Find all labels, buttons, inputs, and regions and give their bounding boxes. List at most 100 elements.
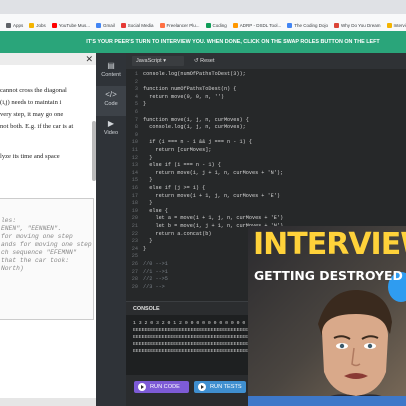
code-line: 24} [126,246,146,253]
bookmark-item[interactable]: Apps [6,17,24,31]
line-number: 20 [131,215,138,222]
reset-button[interactable]: ↺ Reset [194,56,215,66]
code-text: else if (j >= i) { [143,185,206,191]
code-line: 20 let a = move(i + 1, j, n, curMoves + … [126,215,283,222]
code-line: 9 [126,132,143,139]
code-line: 16 else if (j >= i) { [126,185,206,192]
bookmark-item[interactable]: Why Do You Dream [334,17,381,31]
code-line: 23 } [126,238,153,245]
nav-content[interactable]: ▤ Content [96,57,126,87]
bookmark-favicon-icon [386,23,392,29]
bookmark-item[interactable]: Gmail [95,17,115,31]
code-text: } [143,154,153,161]
bookmark-favicon-icon [51,23,57,29]
code-text: } [143,200,153,207]
line-number: 27 [131,268,138,275]
code-text: //1 -->1 [143,268,168,275]
bookmark-item[interactable]: The Coding Dojo [287,17,328,31]
question-line: not both. E.g. if the car is at [0,123,74,130]
run-code-button[interactable]: RUN CODE [134,381,189,393]
question-line: lyze its time and space [0,153,60,160]
code-line: 6 [126,109,143,116]
language-select[interactable]: JavaScript ▾ [132,56,184,66]
line-number: 16 [131,185,138,191]
code-line: 19 else { [126,208,168,215]
code-line: 11 return [curMoves]; [126,147,212,154]
bookmark-label: Apps [13,23,24,28]
bookmark-label: Coding [212,23,227,28]
code-line: 1 console.log(numOfPathsToDest(3)); [126,71,246,78]
close-icon[interactable]: ✕ [85,54,93,64]
line-number: 6 [134,109,138,115]
line-number: 21 [131,223,138,229]
bookmark-label: Social Media [127,23,154,28]
swap-roles-banner: IT'S YOUR PEER'S TURN TO INTERVIEW YOU. … [0,31,406,53]
code-text: return move(i, j + 1, n, curMoves + 'N')… [143,169,284,176]
run-tests-button[interactable]: RUN TESTS [194,381,246,393]
line-number: 4 [134,93,138,100]
question-pane: ✕ cannot cross the diagonal (i,j) needs t… [0,53,96,406]
code-line: 26 //0 -->1 [126,261,168,268]
line-number: 5 [134,101,138,108]
line-number: 29 [131,283,138,290]
line-number: 23 [131,238,138,245]
code-text: else if (i === n - 1) { [143,162,221,169]
bookmark-favicon-icon [159,23,165,29]
example-line: ENEN", "EENNEN". [1,225,62,232]
code-text: else { [143,207,168,214]
line-number: 2 [134,78,138,85]
line-number: 22 [131,230,138,237]
code-line: 25 [126,253,143,260]
video-title: INTERVIEW [253,227,406,262]
example-line: North) [1,265,24,272]
bookmark-favicon-icon [287,23,293,29]
bookmark-label: YouTube Mus... [58,23,90,28]
code-line: 5} [126,101,146,108]
run-tests-label: RUN TESTS [210,384,242,390]
nav-code[interactable]: </> Code [96,86,126,116]
bookmark-item[interactable]: Social Media [120,17,154,31]
bookmark-label: Jobs [36,23,46,28]
bookmark-item[interactable]: Interview Prep [386,17,406,31]
bookmark-favicon-icon [232,23,238,29]
question-line: (i,j) needs to maintain i [0,99,62,106]
line-number: 11 [131,147,138,153]
line-number: 25 [131,253,138,260]
line-number: 15 [131,177,138,184]
run-code-label: RUN CODE [150,384,180,390]
line-number: 7 [134,116,138,123]
code-text: let a = move(i + 1, j, n, curMoves + 'E'… [143,215,284,222]
code-text: if (i === n - 1 && j === n - 1) { [143,139,252,146]
code-text: } [143,245,147,252]
line-number: 14 [131,169,138,176]
line-number: 9 [134,131,138,138]
example-line: ands for moving one step [1,241,92,248]
question-line: very step, it may go one [0,111,64,118]
video-subtitle: GETTING DESTROYED [254,268,403,283]
bookmark-item[interactable]: Coding [205,17,227,31]
nav-label: Code [104,101,118,107]
code-text: } [143,177,153,184]
bookmark-item[interactable]: Freelancer Plu... [159,17,200,31]
bookmark-item[interactable]: Jobs [29,17,46,31]
nav-video[interactable]: ▶ Video [96,115,126,145]
code-line: 8 console.log(i, j, n, curMoves); [126,124,246,131]
code-line: 10 if (i === n - 1 && j === n - 1) { [126,139,252,146]
line-number: 26 [131,261,138,267]
line-number: 3 [134,86,138,93]
bookmark-item[interactable]: YouTube Mus... [51,17,90,31]
line-number: 12 [131,154,138,161]
code-line: 17 return move(i + 1, j, n, curMoves + '… [126,193,280,200]
code-line: 12 } [126,154,153,162]
bookmark-favicon-icon [205,23,211,29]
bookmark-label: Freelancer Plu... [166,23,200,28]
code-line: 3 function numOfPathsToDest(n) { [126,86,237,93]
bookmark-label: Interview Prep [393,23,406,28]
side-nav: ▤ Content </> Code ▶ Video [96,53,126,406]
bookmark-favicon-icon [334,23,339,29]
bookmark-item[interactable]: ADRP - DSDL Tool... [232,17,281,31]
code-text: //3 --> [143,283,165,290]
bookmark-favicon-icon [95,23,101,29]
example-line: that the car took: [1,257,70,264]
presenter-face-image [316,289,396,406]
